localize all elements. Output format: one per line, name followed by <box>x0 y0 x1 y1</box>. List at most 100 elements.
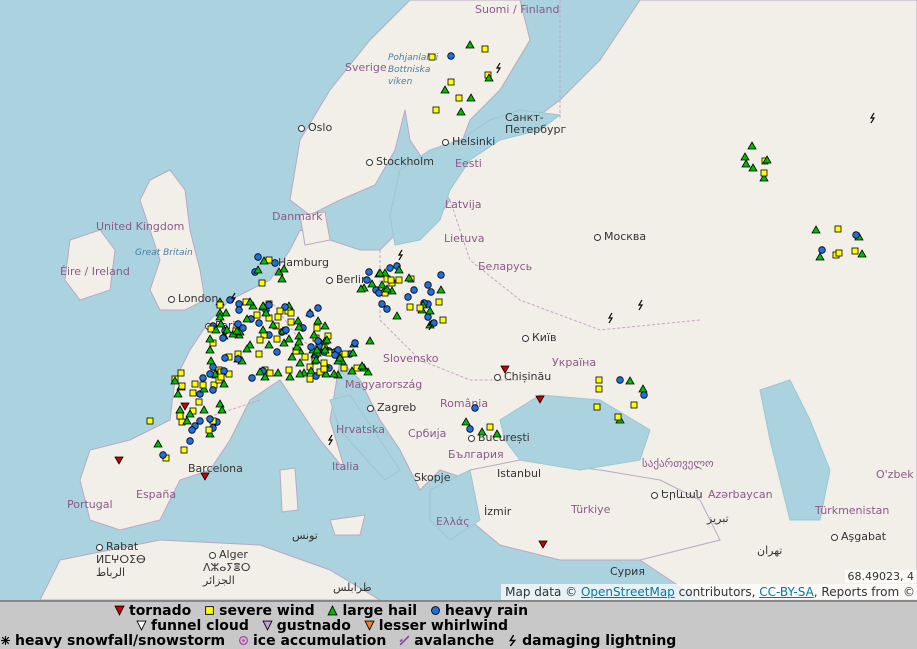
large-hail-marker[interactable] <box>313 316 323 325</box>
heavy-rain-marker[interactable] <box>818 246 826 254</box>
heavy-rain-marker[interactable] <box>427 288 435 296</box>
severe-wind-marker[interactable] <box>481 45 489 53</box>
large-hail-marker[interactable] <box>199 405 209 414</box>
license-link[interactable]: CC-BY-SA <box>759 585 814 599</box>
severe-wind-marker[interactable] <box>178 382 186 390</box>
heavy-rain-marker[interactable] <box>306 310 314 318</box>
lightning-marker[interactable] <box>495 62 502 74</box>
heavy-rain-marker[interactable] <box>234 355 242 363</box>
heavy-rain-marker[interactable] <box>307 343 315 351</box>
large-hail-marker[interactable] <box>440 85 450 94</box>
heavy-rain-marker[interactable] <box>616 376 624 384</box>
severe-wind-marker[interactable] <box>216 301 224 309</box>
severe-wind-marker[interactable] <box>313 324 321 332</box>
large-hail-marker[interactable] <box>456 107 466 116</box>
large-hail-marker[interactable] <box>277 274 287 283</box>
lightning-marker[interactable] <box>607 312 614 324</box>
severe-wind-marker[interactable] <box>253 311 261 319</box>
large-hail-marker[interactable] <box>279 264 289 273</box>
severe-wind-marker[interactable] <box>416 304 424 312</box>
heavy-rain-marker[interactable] <box>206 370 214 378</box>
severe-wind-marker[interactable] <box>320 359 328 367</box>
lightning-marker[interactable] <box>230 292 237 304</box>
heavy-rain-marker[interactable] <box>437 271 445 279</box>
severe-wind-marker[interactable] <box>258 279 266 287</box>
severe-wind-marker[interactable] <box>439 316 447 324</box>
severe-wind-marker[interactable] <box>306 375 314 383</box>
heavy-rain-marker[interactable] <box>220 367 228 375</box>
lightning-marker[interactable] <box>327 434 334 446</box>
large-hail-marker[interactable] <box>466 93 476 102</box>
heavy-rain-marker[interactable] <box>386 264 394 272</box>
severe-wind-marker[interactable] <box>851 247 859 255</box>
severe-wind-marker[interactable] <box>176 412 184 420</box>
severe-wind-marker[interactable] <box>217 373 225 381</box>
severe-wind-marker[interactable] <box>276 307 284 315</box>
severe-wind-marker[interactable] <box>630 401 638 409</box>
heavy-rain-marker[interactable] <box>159 451 167 459</box>
severe-wind-marker[interactable] <box>146 417 154 425</box>
large-hail-marker[interactable] <box>857 249 867 258</box>
heavy-rain-marker[interactable] <box>314 304 322 312</box>
large-hail-marker[interactable] <box>216 319 226 328</box>
heavy-rain-marker[interactable] <box>351 339 359 347</box>
large-hail-marker[interactable] <box>741 159 751 168</box>
severe-wind-marker[interactable] <box>191 380 199 388</box>
tornado-marker[interactable] <box>535 395 545 404</box>
heavy-rain-marker[interactable] <box>640 391 648 399</box>
large-hail-marker[interactable] <box>205 345 215 354</box>
tornado-marker[interactable] <box>180 402 190 411</box>
large-hail-marker[interactable] <box>320 321 330 330</box>
heavy-rain-marker[interactable] <box>404 293 412 301</box>
severe-wind-marker[interactable] <box>593 403 601 411</box>
severe-wind-marker[interactable] <box>387 276 395 284</box>
heavy-rain-marker[interactable] <box>186 437 194 445</box>
severe-wind-marker[interactable] <box>256 336 264 344</box>
large-hail-marker[interactable] <box>273 368 283 377</box>
heavy-rain-marker[interactable] <box>255 319 263 327</box>
lightning-marker[interactable] <box>869 112 876 124</box>
heavy-rain-marker[interactable] <box>383 305 391 313</box>
severe-wind-marker[interactable] <box>835 249 843 257</box>
severe-wind-marker[interactable] <box>428 53 436 61</box>
severe-wind-marker[interactable] <box>189 389 197 397</box>
large-hail-marker[interactable] <box>740 152 750 161</box>
tornado-marker[interactable] <box>200 472 210 481</box>
severe-wind-marker[interactable] <box>195 398 203 406</box>
lightning-marker[interactable] <box>397 249 404 261</box>
large-hail-marker[interactable] <box>811 225 821 234</box>
heavy-rain-marker[interactable] <box>221 354 229 362</box>
large-hail-marker[interactable] <box>815 252 825 261</box>
map-viewport[interactable]: Suomi / Finland Sverige Pohjanlahti Bott… <box>0 0 917 600</box>
heavy-rain-marker[interactable] <box>188 426 196 434</box>
heavy-rain-marker[interactable] <box>365 268 373 276</box>
severe-wind-marker[interactable] <box>595 376 603 384</box>
large-hail-marker[interactable] <box>153 439 163 448</box>
large-hail-marker[interactable] <box>175 405 185 414</box>
heavy-rain-marker[interactable] <box>235 306 243 314</box>
severe-wind-marker[interactable] <box>205 426 213 434</box>
openstreetmap-link[interactable]: OpenStreetMap <box>581 585 675 599</box>
heavy-rain-marker[interactable] <box>447 52 455 60</box>
large-hail-marker[interactable] <box>309 330 319 339</box>
heavy-rain-marker[interactable] <box>209 363 217 371</box>
heavy-rain-marker[interactable] <box>271 259 279 267</box>
large-hail-marker[interactable] <box>365 336 375 345</box>
heavy-rain-marker[interactable] <box>196 417 204 425</box>
heavy-rain-marker[interactable] <box>363 276 371 284</box>
severe-wind-marker[interactable] <box>595 385 603 393</box>
heavy-rain-marker[interactable] <box>273 348 281 356</box>
large-hail-marker[interactable] <box>461 417 471 426</box>
severe-wind-marker[interactable] <box>180 446 188 454</box>
heavy-rain-marker[interactable] <box>265 301 273 309</box>
large-hail-marker[interactable] <box>625 376 635 385</box>
heavy-rain-marker[interactable] <box>375 289 383 297</box>
large-hail-marker[interactable] <box>465 40 475 49</box>
severe-wind-marker[interactable] <box>287 309 295 317</box>
large-hail-marker[interactable] <box>264 340 274 349</box>
large-hail-marker[interactable] <box>748 163 758 172</box>
heavy-rain-marker[interactable] <box>209 386 217 394</box>
severe-wind-marker[interactable] <box>266 369 274 377</box>
severe-wind-marker[interactable] <box>301 353 309 361</box>
severe-wind-marker[interactable] <box>274 313 282 321</box>
